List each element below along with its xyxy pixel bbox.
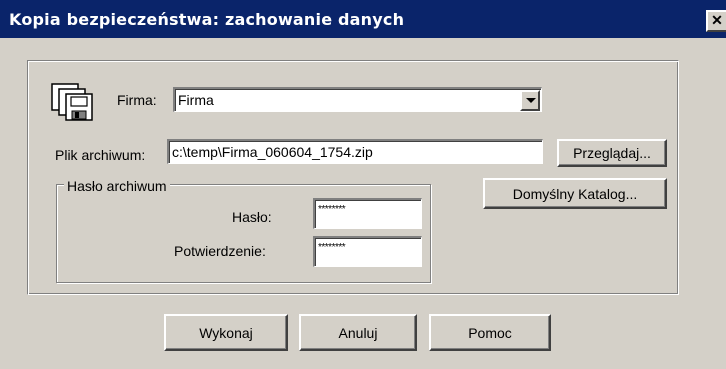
firma-select-value: Firma <box>178 92 214 108</box>
firma-label: Firma: <box>117 92 157 108</box>
floppy-disks-icon <box>48 82 100 122</box>
password-input[interactable]: ******** <box>313 198 422 229</box>
chevron-down-icon[interactable] <box>520 90 540 111</box>
execute-button[interactable]: Wykonaj <box>164 314 288 351</box>
confirm-password-value: ******** <box>318 242 346 253</box>
confirm-label: Potwierdzenie: <box>174 243 266 259</box>
title-bar: Kopia bezpieczeństwa: zachowanie danych <box>0 0 726 38</box>
confirm-password-input[interactable]: ******** <box>313 236 422 267</box>
close-icon: ✕ <box>711 12 723 28</box>
archive-path-input[interactable]: c:\temp\Firma_060604_1754.zip <box>167 139 543 164</box>
archive-label: Plik archiwum: <box>55 147 146 163</box>
cancel-button[interactable]: Anuluj <box>299 314 417 351</box>
archive-path-value: c:\temp\Firma_060604_1754.zip <box>172 144 373 160</box>
window-title: Kopia bezpieczeństwa: zachowanie danych <box>9 10 405 29</box>
help-button[interactable]: Pomoc <box>429 314 551 351</box>
close-button[interactable]: ✕ <box>706 10 726 32</box>
browse-button[interactable]: Przeglądaj... <box>557 139 667 167</box>
password-label: Hasło: <box>232 209 272 225</box>
default-directory-button[interactable]: Domyślny Katalog... <box>483 178 667 209</box>
firma-select[interactable]: Firma <box>173 87 542 112</box>
password-group-legend: Hasło archiwum <box>64 178 170 194</box>
password-input-value: ******** <box>318 204 346 215</box>
